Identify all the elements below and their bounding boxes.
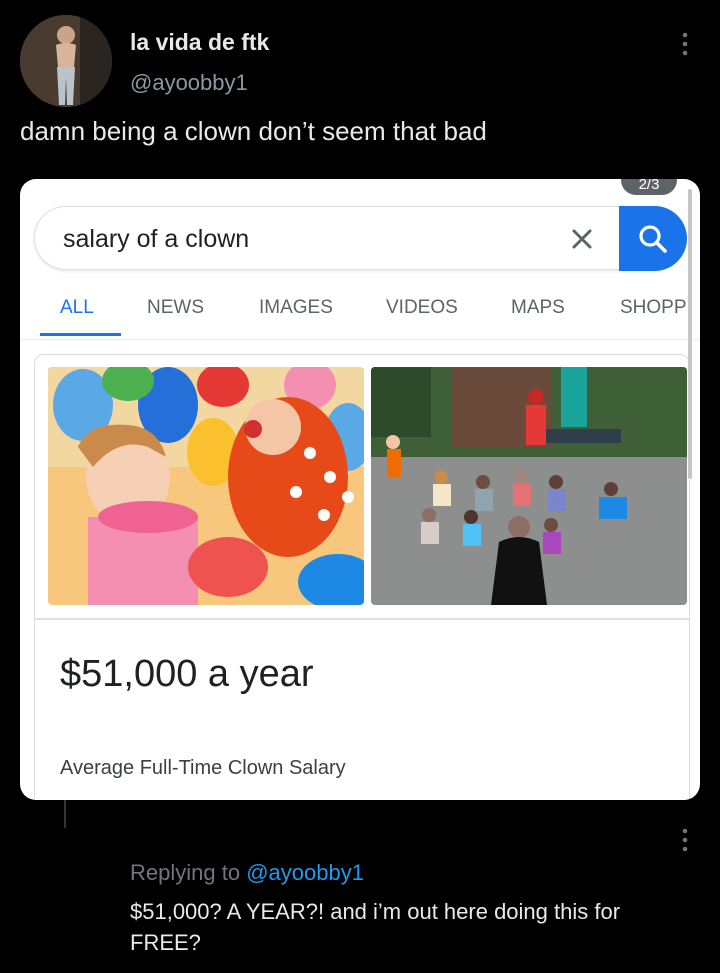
search-icon <box>639 225 667 253</box>
salary-caption: Average Full-Time Clown Salary <box>60 757 346 779</box>
tabs-divider <box>20 339 700 340</box>
tab-images[interactable]: IMAGES <box>259 297 333 319</box>
image-counter: 2/3 <box>621 179 677 195</box>
result-card: $51,000 a year Average Full-Time Clown S… <box>34 354 690 800</box>
scrollbar[interactable] <box>688 189 692 479</box>
tab-all[interactable]: ALL <box>60 297 94 319</box>
search-button[interactable] <box>619 206 687 271</box>
search-tabs: ALL NEWS IMAGES VIDEOS MAPS SHOPP <box>20 295 700 336</box>
tweet-media[interactable]: 2/3 ALL NEWS IMAGES VIDEOS MAPS SHOPP <box>20 179 700 800</box>
salary-value: $51,000 a year <box>60 653 314 695</box>
search-input[interactable] <box>61 221 545 257</box>
reply-context: Replying to @ayoobby1 <box>130 860 364 886</box>
active-tab-indicator <box>40 333 121 336</box>
avatar[interactable] <box>20 15 112 107</box>
more-options-icon[interactable] <box>673 30 697 58</box>
tab-shopping[interactable]: SHOPP <box>620 297 687 319</box>
tab-news[interactable]: NEWS <box>147 297 204 319</box>
card-divider <box>35 618 689 620</box>
clown-park-image[interactable] <box>371 367 687 605</box>
author-name[interactable]: la vida de ftk <box>130 29 269 56</box>
reply-text: $51,000? A YEAR?! and i’m out here doing… <box>130 899 621 955</box>
tweet-text: damn being a clown don’t seem that bad <box>20 116 487 146</box>
clear-icon[interactable] <box>567 224 597 254</box>
thread-line <box>64 800 66 828</box>
tab-videos[interactable]: VIDEOS <box>386 297 458 319</box>
replying-to-label: Replying to <box>130 860 241 885</box>
search-bar <box>34 206 687 271</box>
clown-party-image[interactable] <box>48 367 364 605</box>
author-handle[interactable]: @ayoobby1 <box>130 70 248 96</box>
replying-to-handle[interactable]: @ayoobby1 <box>246 860 364 885</box>
reply-more-options-icon[interactable] <box>673 826 697 854</box>
tab-maps[interactable]: MAPS <box>511 297 565 319</box>
